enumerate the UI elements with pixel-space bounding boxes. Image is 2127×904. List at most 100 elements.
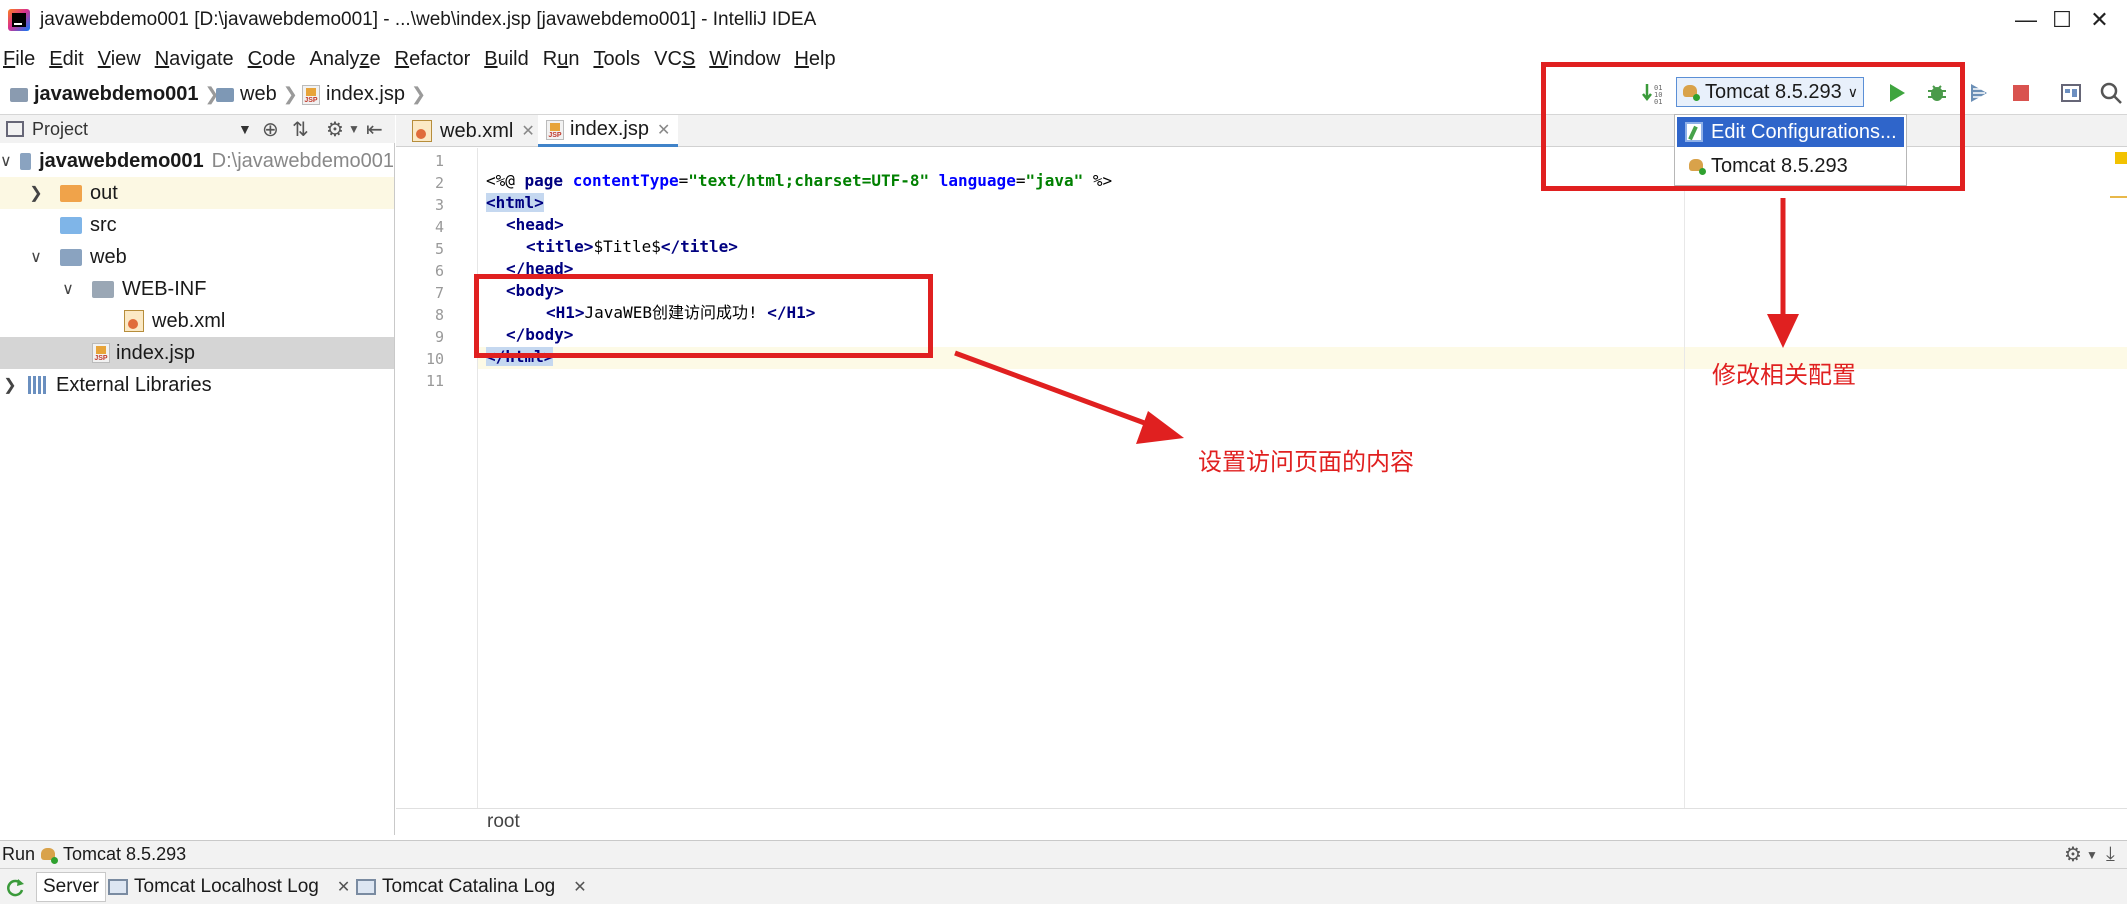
folder-icon [60, 184, 82, 202]
crumb-index-jsp-label: index.jsp [326, 83, 405, 105]
chevron-down-icon[interactable]: ▼ [348, 122, 360, 136]
line-number: 11 [425, 372, 444, 390]
tree-item-src[interactable]: src [0, 209, 394, 241]
tab-label: web.xml [440, 119, 514, 142]
warning-marker-icon[interactable] [2115, 152, 2127, 164]
menu-code[interactable]: Code [248, 48, 296, 71]
project-structure-icon[interactable] [2058, 80, 2084, 106]
menu-file[interactable]: File [3, 48, 35, 71]
menu-refactor[interactable]: Refactor [395, 48, 471, 71]
line-number: 2 [434, 174, 444, 192]
jsp-file-icon: JSP [302, 84, 320, 105]
annotation-box-run-config [1541, 62, 1965, 191]
line-number-gutter: 1 2 3 4 5 6 7 8 9 10 11 [396, 148, 478, 808]
line-number: 1 [434, 152, 444, 170]
menu-run[interactable]: Run [543, 48, 580, 71]
line-number: 5 [434, 240, 444, 258]
tree-item-web-xml[interactable]: web.xml [0, 305, 394, 337]
libraries-icon [28, 376, 48, 394]
code-line-4: <head> [506, 215, 564, 234]
chevron-down-icon[interactable]: ▼ [238, 121, 252, 137]
menu-edit[interactable]: Edit [49, 48, 83, 71]
line-number: 10 [425, 350, 444, 368]
tree-item-external-libraries[interactable]: ❯ External Libraries [0, 369, 394, 401]
tree-item-out[interactable]: ❯ out [0, 177, 394, 209]
project-root-label: javawebdemo001 [39, 149, 204, 172]
menu-help[interactable]: Help [794, 48, 835, 71]
tree-item-project-root[interactable]: ∨ javawebdemo001 D:\javawebdemo001 [0, 145, 394, 177]
tab-label: Server [43, 876, 99, 897]
web-folder-icon [216, 87, 234, 102]
code-line-3: <html> [486, 193, 544, 212]
project-root-path: D:\javawebdemo001 [211, 149, 394, 172]
crumb-index-jsp[interactable]: JSP index.jsp ❯ [302, 83, 426, 106]
tree-item-web[interactable]: ∨ web [0, 241, 394, 273]
hide-panel-icon[interactable]: ⇤ [366, 117, 383, 142]
folder-icon [92, 280, 114, 298]
line-number: 3 [434, 196, 444, 214]
tab-web-xml[interactable]: web.xml ✕ [404, 115, 535, 147]
expanded-arrow-icon: ∨ [0, 153, 12, 170]
tab-tomcat-localhost-log[interactable]: Tomcat Localhost Log ✕ [108, 872, 350, 902]
locate-icon[interactable]: ⊕ [262, 117, 279, 142]
rerun-icon[interactable] [4, 872, 26, 902]
error-stripe-mark[interactable] [2110, 196, 2127, 198]
collapse-all-icon[interactable]: ⇅ [292, 117, 309, 142]
tree-item-label: src [90, 213, 117, 236]
expanded-arrow-icon: ∨ [30, 249, 42, 266]
run-panel-label: Run [2, 844, 36, 864]
project-view-icon [6, 121, 24, 137]
tree-item-web-inf[interactable]: ∨ WEB-INF [0, 273, 394, 305]
menu-window[interactable]: Window [709, 48, 780, 71]
run-panel-tabs: Server Tomcat Localhost Log ✕ Tomcat Cat… [0, 868, 2127, 904]
project-folder-icon [19, 152, 32, 170]
close-tab-icon[interactable]: ✕ [657, 120, 670, 140]
hide-panel-icon[interactable]: ⤓ [2106, 843, 2115, 866]
menu-analyze[interactable]: Analyze [309, 48, 380, 71]
tree-item-label: out [90, 181, 118, 204]
run-panel-header: Run Tomcat 8.5.293 ⚙ ▼ ⤓ [0, 840, 2127, 868]
close-tab-icon[interactable]: ✕ [573, 877, 586, 897]
search-icon[interactable] [2098, 80, 2124, 106]
expanded-arrow-icon: ∨ [62, 281, 74, 298]
code-line-5: <title>$Title$</title> [526, 237, 738, 256]
close-button[interactable]: ✕ [2072, 0, 2127, 40]
crumb-web[interactable]: web ❯ [216, 83, 298, 106]
intellij-logo-icon [8, 9, 30, 31]
stop-icon[interactable] [2008, 80, 2034, 106]
source-folder-icon [60, 216, 82, 234]
menu-vcs[interactable]: VCS [654, 48, 695, 71]
project-panel-header: Project ▼ ⊕ ⇅ ⚙ ▼ ⇤ [0, 115, 395, 143]
menu-navigate[interactable]: Navigate [155, 48, 234, 71]
menu-view[interactable]: View [98, 48, 141, 71]
tree-item-label: External Libraries [56, 373, 212, 396]
close-tab-icon[interactable]: ✕ [337, 877, 350, 897]
code-line-2: <%@ page contentType="text/html;charset=… [486, 171, 1113, 190]
editor-breadcrumb[interactable]: root [396, 808, 2127, 836]
menu-tools[interactable]: Tools [593, 48, 640, 71]
tab-label: Tomcat Localhost Log [134, 876, 319, 897]
menu-build[interactable]: Build [484, 48, 528, 71]
line-number: 7 [434, 284, 444, 302]
crumb-project-label: javawebdemo001 [34, 83, 199, 105]
line-number: 9 [434, 328, 444, 346]
run-with-coverage-icon[interactable] [1966, 80, 1992, 106]
tab-tomcat-catalina-log[interactable]: Tomcat Catalina Log ✕ [356, 872, 587, 902]
annotation-text-content: 设置访问页面的内容 [1198, 449, 1414, 476]
line-number: 4 [434, 218, 444, 236]
crumb-project[interactable]: javawebdemo001 ❯ [10, 83, 220, 106]
project-header-label: Project [32, 118, 89, 139]
tab-index-jsp[interactable]: JSP index.jsp ✕ [538, 115, 679, 147]
close-tab-icon[interactable]: ✕ [521, 121, 534, 141]
window-title: javawebdemo001 [D:\javawebdemo001] - ...… [40, 9, 817, 30]
tomcat-icon [39, 845, 59, 865]
editor-breadcrumb-label: root [487, 811, 520, 832]
gear-icon[interactable]: ⚙ [326, 117, 344, 142]
tree-item-label: index.jsp [116, 341, 195, 364]
tree-item-index-jsp[interactable]: JSP index.jsp [0, 337, 394, 369]
tab-server[interactable]: Server [36, 872, 106, 902]
chevron-down-icon[interactable]: ▼ [2086, 848, 2098, 862]
code-editor[interactable]: <%@ page contentType="text/html;charset=… [478, 148, 2127, 808]
line-number: 6 [434, 262, 444, 280]
gear-icon[interactable]: ⚙ [2064, 842, 2082, 867]
